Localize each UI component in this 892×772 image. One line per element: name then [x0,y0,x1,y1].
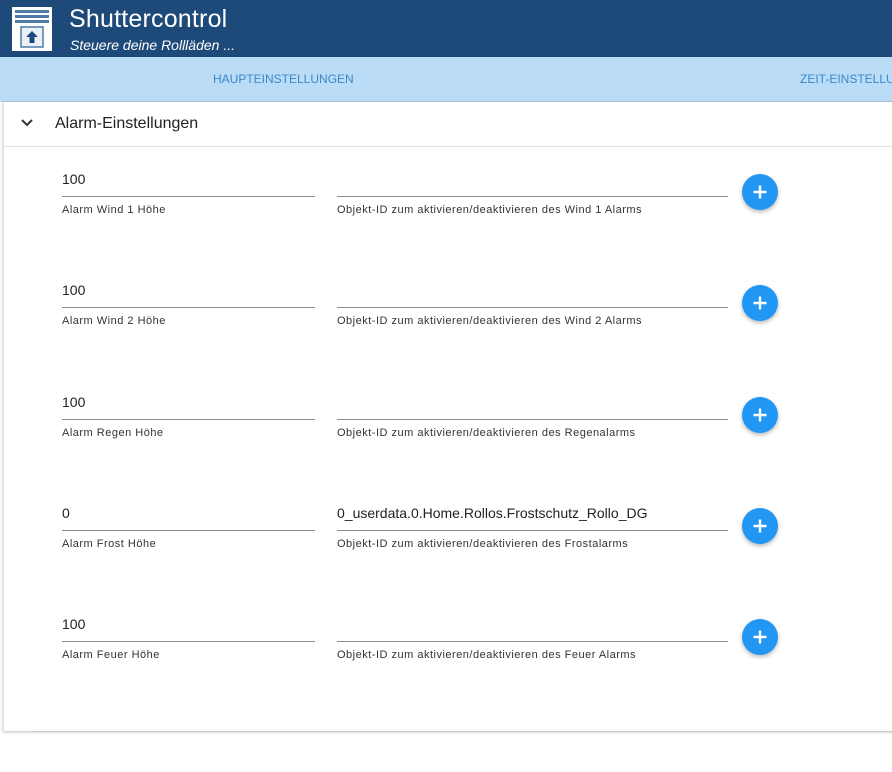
plus-icon [753,185,767,199]
field-underline [62,419,315,420]
object-id-field[interactable]: 0_userdata.0.Home.Rollos.Frostschutz_Rol… [337,497,728,557]
alarm-settings-panel: Alarm-Einstellungen 100 Alarm Wind 1 Höh… [3,102,892,731]
app-header: Shuttercontrol Steuere deine Rollläden .… [0,0,892,57]
plus-icon [753,408,767,422]
alarm-height-field[interactable]: 0 Alarm Frost Höhe [62,497,315,557]
alarm-row-feuer: 100 Alarm Feuer Höhe Objekt-ID zum aktiv… [4,608,892,698]
object-id-field[interactable]: Objekt-ID zum aktivieren/deaktivieren de… [337,274,728,334]
plus-icon [753,519,767,533]
object-id-value[interactable]: 0_userdata.0.Home.Rollos.Frostschutz_Rol… [337,505,647,521]
alarm-height-label: Alarm Frost Höhe [62,538,157,550]
alarm-height-label: Alarm Wind 2 Höhe [62,315,166,327]
add-object-id-button[interactable] [742,174,778,210]
divider [33,731,892,732]
app-title: Shuttercontrol [69,5,228,33]
field-underline [62,196,315,197]
add-object-id-button[interactable] [742,285,778,321]
alarm-height-value[interactable]: 100 [62,171,85,187]
alarm-height-value[interactable]: 100 [62,394,85,410]
alarm-height-value[interactable]: 100 [62,616,85,632]
alarm-row-frost: 0 Alarm Frost Höhe 0_userdata.0.Home.Rol… [4,497,892,587]
panel-header[interactable]: Alarm-Einstellungen [4,102,892,147]
object-id-label: Objekt-ID zum aktivieren/deaktivieren de… [337,427,636,439]
object-id-label: Objekt-ID zum aktivieren/deaktivieren de… [337,315,643,327]
add-object-id-button[interactable] [742,508,778,544]
alarm-height-field[interactable]: 100 Alarm Feuer Höhe [62,608,315,668]
object-id-field[interactable]: Objekt-ID zum aktivieren/deaktivieren de… [337,386,728,446]
plus-icon [753,630,767,644]
alarm-height-value[interactable]: 0 [62,505,70,521]
field-underline [337,419,728,420]
window-shutter-icon [12,7,52,51]
alarm-height-label: Alarm Wind 1 Höhe [62,204,166,216]
object-id-label: Objekt-ID zum aktivieren/deaktivieren de… [337,649,637,661]
tab-bar: HAUPTEINSTELLUNGEN ZEIT-EINSTELLU [0,57,892,102]
object-id-field[interactable]: Objekt-ID zum aktivieren/deaktivieren de… [337,163,728,223]
field-underline [62,530,315,531]
alarm-row-wind-1: 100 Alarm Wind 1 Höhe Objekt-ID zum akti… [4,163,892,253]
plus-icon [753,296,767,310]
add-object-id-button[interactable] [742,397,778,433]
object-id-label: Objekt-ID zum aktivieren/deaktivieren de… [337,538,629,550]
tab-zeit-einstellungen[interactable]: ZEIT-EINSTELLU [800,72,892,86]
add-object-id-button[interactable] [742,619,778,655]
alarm-height-label: Alarm Feuer Höhe [62,649,160,661]
alarm-height-value[interactable]: 100 [62,282,85,298]
field-underline [337,196,728,197]
tab-haupteinstellungen[interactable]: HAUPTEINSTELLUNGEN [213,72,354,86]
chevron-down-icon[interactable] [20,116,34,130]
alarm-row-regen: 100 Alarm Regen Höhe Objekt-ID zum aktiv… [4,386,892,476]
field-underline [337,530,728,531]
alarm-height-field[interactable]: 100 Alarm Regen Höhe [62,386,315,446]
field-underline [62,307,315,308]
app-subtitle: Steuere deine Rollläden ... [70,37,235,53]
alarm-height-label: Alarm Regen Höhe [62,427,164,439]
field-underline [337,641,728,642]
object-id-label: Objekt-ID zum aktivieren/deaktivieren de… [337,204,643,216]
field-underline [337,307,728,308]
alarm-height-field[interactable]: 100 Alarm Wind 2 Höhe [62,274,315,334]
panel-title: Alarm-Einstellungen [55,115,199,132]
alarm-height-field[interactable]: 100 Alarm Wind 1 Höhe [62,163,315,223]
object-id-field[interactable]: Objekt-ID zum aktivieren/deaktivieren de… [337,608,728,668]
alarm-row-wind-2: 100 Alarm Wind 2 Höhe Objekt-ID zum akti… [4,274,892,364]
field-underline [62,641,315,642]
